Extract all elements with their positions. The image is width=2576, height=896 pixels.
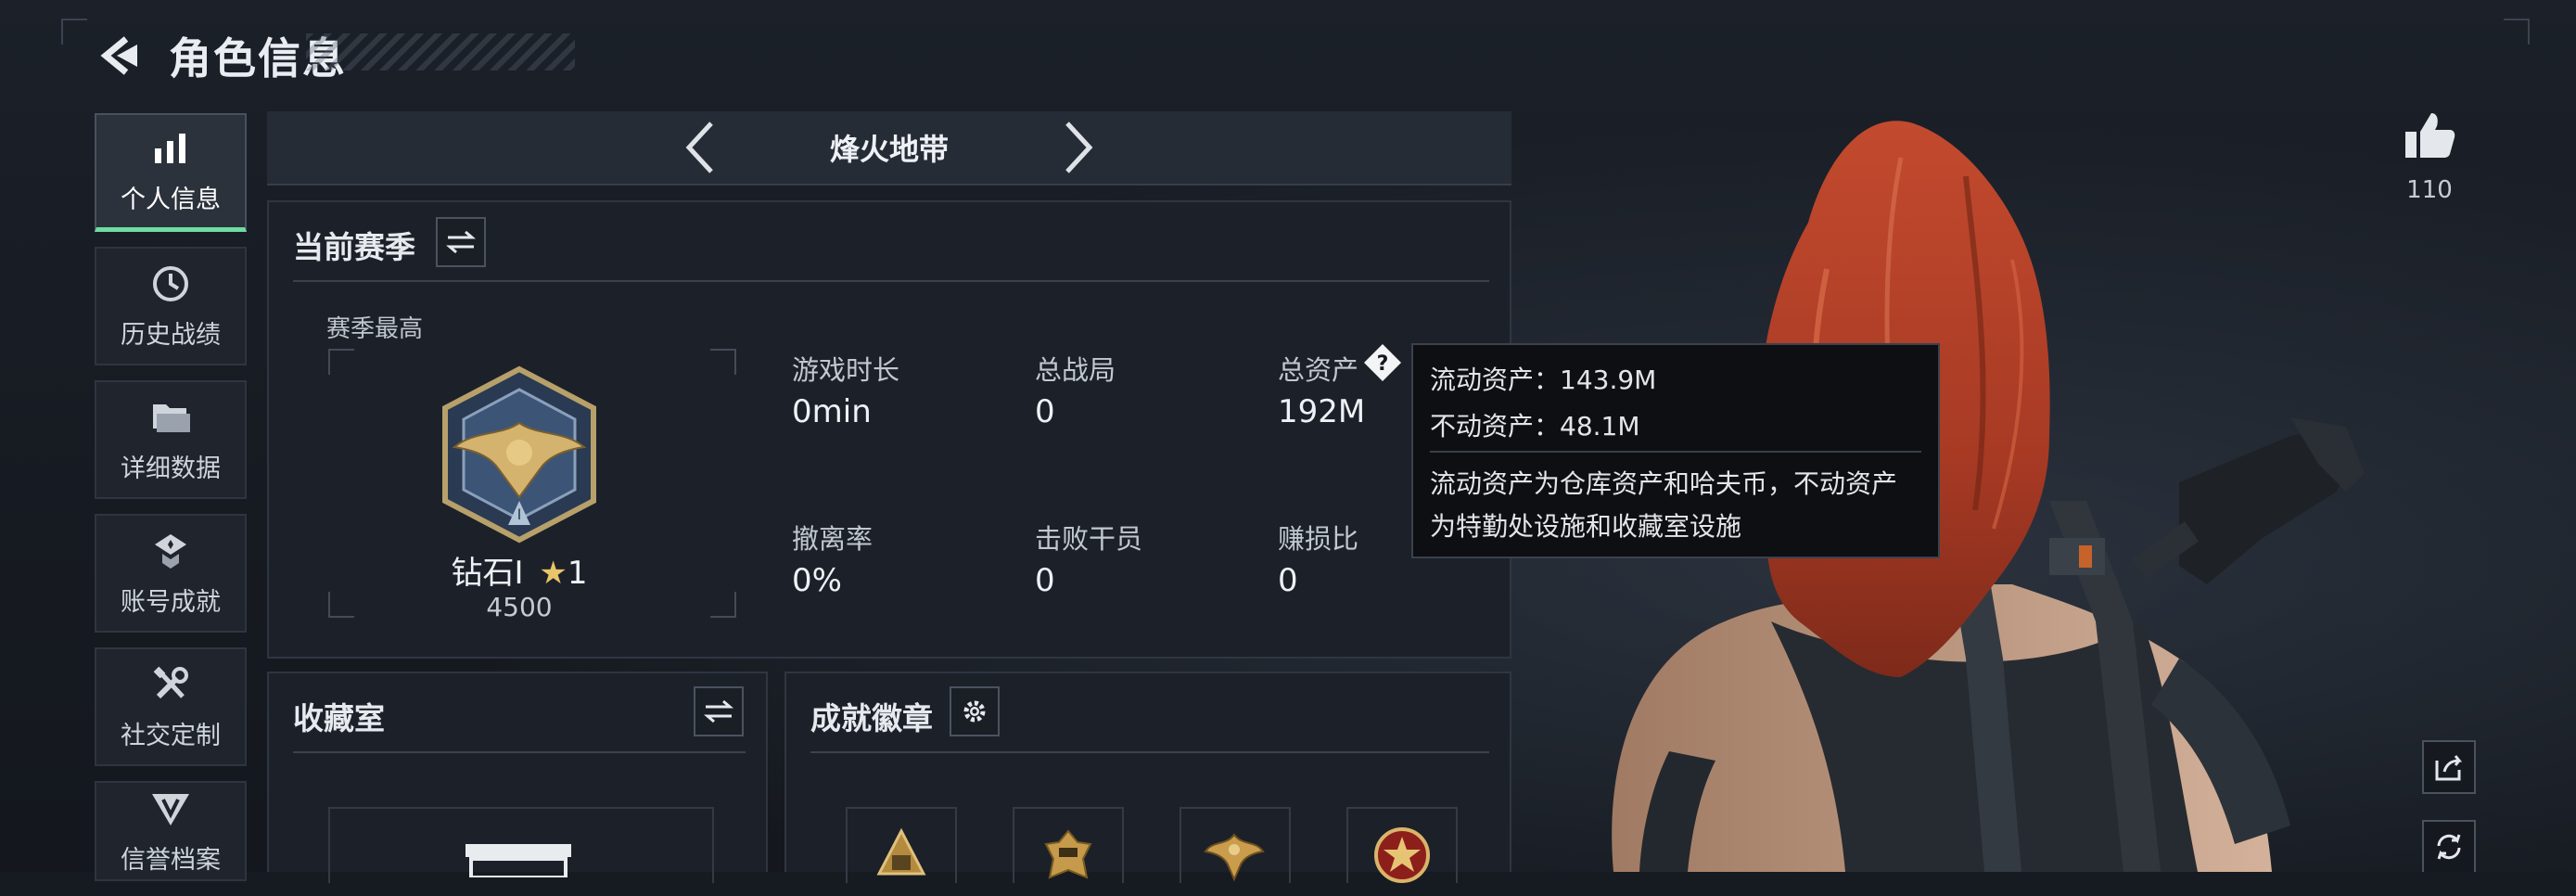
sidebar-item-achievements[interactable]: 账号成就 (95, 514, 247, 633)
corner-mark (61, 19, 87, 45)
star-icon: ★ (539, 555, 567, 592)
next-mode-button[interactable] (1051, 115, 1106, 180)
stat-label-extract-rate: 撤离率 (792, 523, 874, 555)
svg-text:?: ? (1377, 352, 1389, 376)
frame-corner (710, 349, 736, 375)
achievement-settings-button[interactable] (950, 686, 1000, 736)
like-count: 110 (2406, 176, 2453, 204)
back-arrow-icon (100, 36, 137, 75)
sidebar-item-social-custom[interactable]: 社交定制 (95, 647, 247, 766)
stat-value-total-assets: 192M (1278, 393, 1366, 430)
tools-icon (151, 663, 190, 706)
question-icon: ? (1364, 344, 1401, 381)
divider (293, 280, 1489, 282)
diamond-rank-emblem: I (442, 365, 596, 544)
swap-icon (704, 699, 733, 723)
refresh-button[interactable] (2422, 820, 2476, 872)
tooltip-liquid-assets: 流动资产：143.9M (1430, 365, 1657, 395)
stat-label-operators-defeated: 击败干员 (1035, 523, 1143, 555)
title-decoration (306, 33, 575, 70)
achievement-panel-title: 成就徽章 (810, 700, 933, 736)
sidebar-item-reputation[interactable]: 信誉档案 (95, 781, 247, 881)
folder-icon (149, 396, 192, 439)
gear-icon (963, 700, 986, 723)
achievement-panel: 成就徽章 (784, 672, 1511, 883)
collection-switch-button[interactable] (694, 686, 744, 736)
divider (293, 751, 746, 753)
share-button[interactable] (2422, 740, 2476, 794)
collection-panel-title: 收藏室 (293, 700, 385, 736)
frame-corner (710, 592, 736, 618)
like-button[interactable] (2402, 109, 2457, 161)
badge-icon (150, 787, 191, 830)
eagle-badge-icon (1204, 833, 1265, 882)
stat-label-total-matches: 总战局 (1035, 354, 1116, 386)
mode-name: 烽火地带 (829, 132, 949, 167)
sidebar-item-detailed-data[interactable]: 详细数据 (95, 380, 247, 499)
stat-value-play-time: 0min (792, 393, 872, 430)
sidebar-item-label: 个人信息 (121, 186, 221, 214)
tooltip-description-line1: 流动资产为仓库资产和哈夫币，不动资产 (1430, 468, 1898, 499)
mode-selector: 烽火地带 (267, 111, 1511, 186)
stat-value-extract-rate: 0% (792, 562, 842, 599)
tooltip-description-line2: 为特勤处设施和收藏室设施 (1430, 511, 1742, 542)
rank-score: 4500 (486, 592, 553, 622)
rank-name-row: 钻石Ⅰ ★1 (389, 547, 649, 593)
bar-chart-icon (152, 127, 189, 170)
back-button[interactable] (93, 28, 148, 83)
share-icon (2435, 755, 2463, 781)
medal-badge-icon (876, 827, 926, 876)
tooltip-fixed-assets: 不动资产：48.1M (1430, 411, 1640, 442)
achievement-icon (151, 530, 190, 572)
sidebar-item-label: 账号成就 (121, 587, 221, 617)
swap-icon (446, 230, 476, 254)
crest-badge-icon (1044, 829, 1092, 879)
divider (810, 751, 1489, 753)
stat-label-profit-ratio: 赚损比 (1278, 523, 1359, 555)
stat-value-operators-defeated: 0 (1035, 562, 1055, 599)
stat-value-total-matches: 0 (1035, 393, 1055, 430)
stat-label-total-assets: 总资产 (1278, 354, 1359, 386)
season-switch-button[interactable] (436, 217, 486, 267)
sidebar: 个人信息 历史战绩 详细数据 账号成就 社交定制 信誉档案 (95, 113, 247, 896)
corner-mark (2504, 19, 2530, 45)
rank-stars: 1 (567, 555, 588, 592)
season-best-label: 赛季最高 (326, 315, 424, 343)
chevron-left-icon (685, 122, 713, 173)
frame-corner (328, 349, 354, 375)
sidebar-item-label: 详细数据 (121, 454, 221, 483)
season-panel-title: 当前赛季 (293, 229, 415, 265)
sidebar-item-label: 社交定制 (121, 721, 221, 750)
sidebar-item-label: 信誉档案 (121, 845, 221, 875)
prev-mode-button[interactable] (672, 115, 728, 180)
svg-text:I: I (517, 506, 522, 523)
star-badge-icon (1374, 827, 1430, 883)
sidebar-item-history[interactable]: 历史战绩 (95, 247, 247, 365)
tooltip-divider (1430, 451, 1921, 453)
season-panel: 当前赛季 赛季最高 I 钻石Ⅰ ★1 4500 游戏时长 0min 总战局 0 … (267, 200, 1511, 659)
collection-panel: 收藏室 (267, 672, 768, 883)
stat-label-play-time: 游戏时长 (792, 354, 900, 386)
frame-corner (328, 592, 354, 618)
refresh-icon (2437, 834, 2461, 860)
sidebar-item-label: 历史战绩 (121, 320, 221, 350)
thumbs-up-icon (2405, 113, 2455, 158)
display-case-icon (465, 844, 571, 877)
help-button[interactable]: ? (1363, 343, 1402, 382)
stat-value-profit-ratio: 0 (1278, 562, 1298, 599)
chevron-right-icon (1065, 122, 1093, 173)
rank-name: 钻石Ⅰ (451, 555, 524, 592)
clock-icon (151, 262, 190, 305)
sidebar-item-personal-info[interactable]: 个人信息 (95, 113, 247, 232)
assets-tooltip: 流动资产：143.9M 不动资产：48.1M 流动资产为仓库资产和哈夫币，不动资… (1411, 343, 1940, 558)
